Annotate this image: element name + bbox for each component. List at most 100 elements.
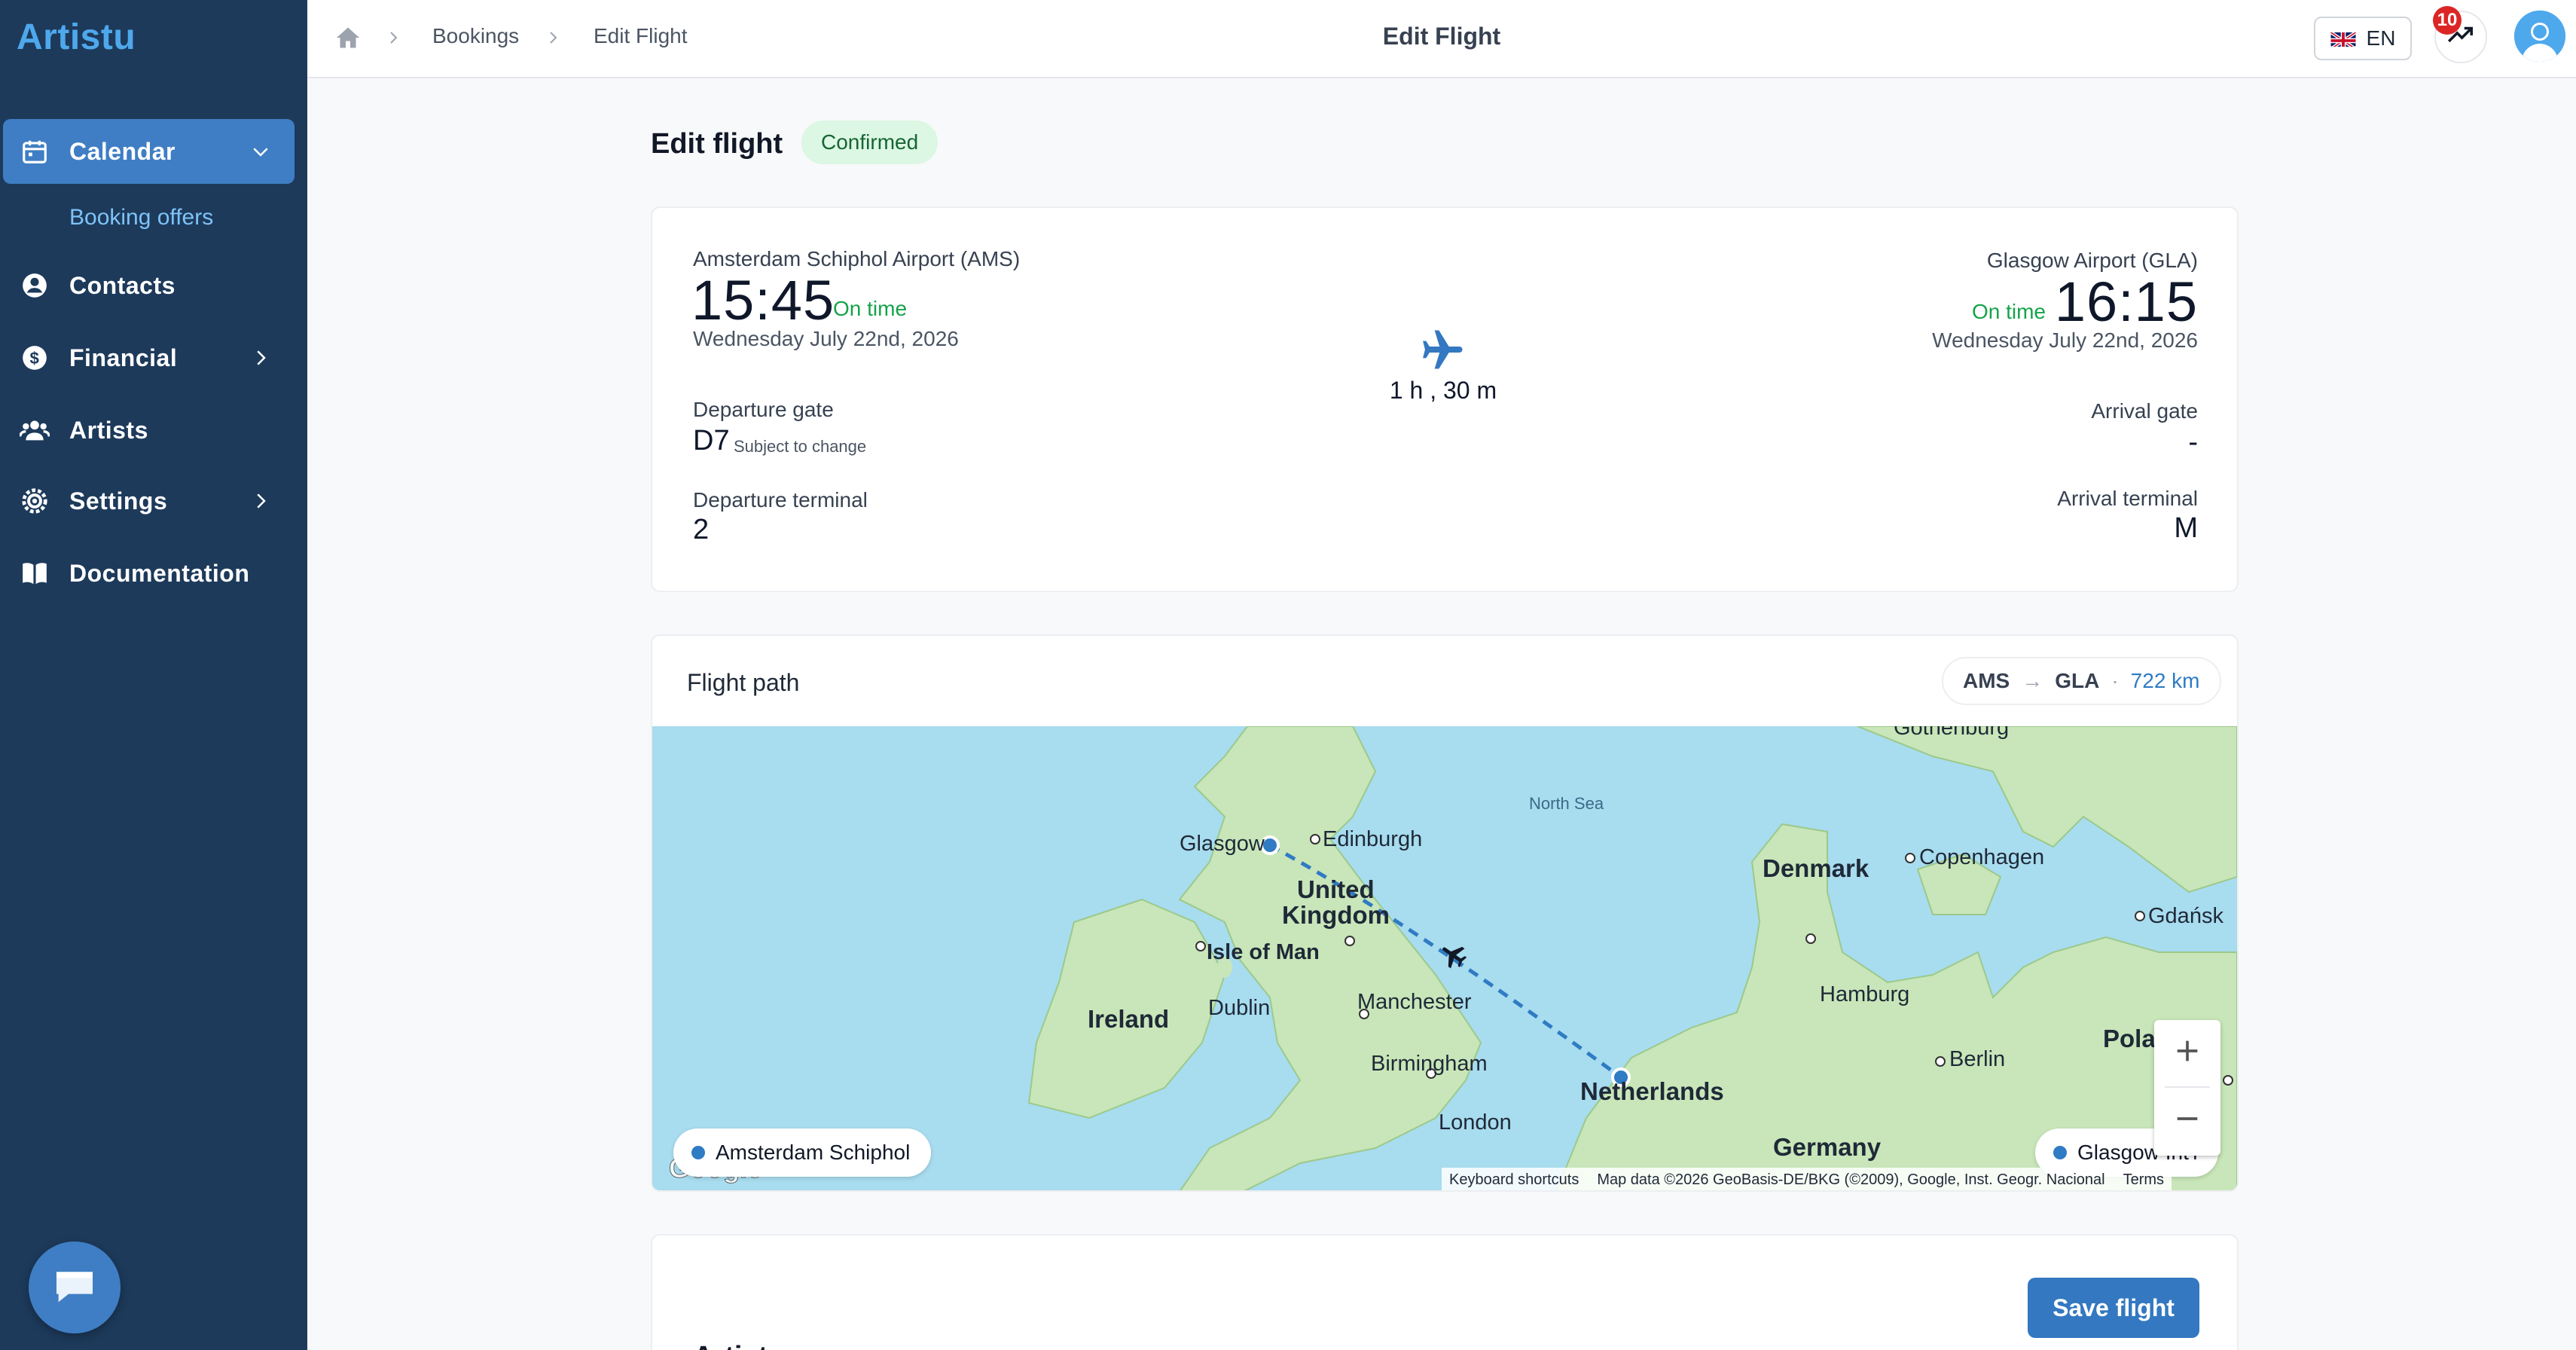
save-flight-button[interactable]: Save flight (2028, 1278, 2199, 1338)
zoom-out-button[interactable] (2154, 1088, 2220, 1153)
top-bar: Bookings Edit Flight Edit Flight EN 10 (307, 0, 2576, 78)
map-label-north-sea: North Sea (1529, 794, 1604, 813)
departure-status: On time (833, 297, 908, 320)
sidebar-item-label: Contacts (69, 271, 175, 299)
flight-duration: 1 h , 30 m (1389, 377, 1497, 404)
flight-map[interactable]: North Sea Gothenburg Glasgow Edinburgh U… (652, 726, 2237, 1190)
sidebar-item-calendar[interactable]: Calendar (3, 119, 295, 184)
origin-dot-icon (691, 1146, 705, 1159)
artist-card: Save flight Artist (651, 1234, 2239, 1350)
arrival-gate: - (2188, 426, 2198, 458)
gear-icon (20, 486, 50, 516)
departure-terminal: 2 (693, 514, 710, 545)
zoom-control (2154, 1020, 2220, 1156)
map-label-copenhagen: Copenhagen (1919, 845, 2045, 869)
map-label-glasgow: Glasgow (1180, 832, 1265, 856)
flight-path-card: Flight path AMS → GLA · 722 km North Sea… (651, 634, 2239, 1192)
chat-icon (50, 1262, 99, 1314)
destination-dot-icon (2053, 1146, 2067, 1159)
arrow-right-icon: → (2022, 669, 2043, 692)
arrival-time: 16:15 (2054, 270, 2198, 333)
sidebar-item-documentation[interactable]: Documentation (3, 541, 295, 606)
plus-icon (2172, 1036, 2202, 1070)
route-distance: 722 km (2130, 669, 2200, 692)
zoom-in-button[interactable] (2154, 1020, 2220, 1085)
sidebar-item-label: Calendar (69, 137, 175, 165)
map-label-uk-1: United (1297, 875, 1375, 903)
terms-link[interactable]: Terms (2123, 1171, 2164, 1189)
flight-path-title: Flight path (687, 669, 800, 696)
arrival-status: On time (1971, 300, 2046, 323)
sidebar-item-contacts[interactable]: Contacts (3, 253, 295, 318)
map-label-netherlands: Netherlands (1580, 1077, 1724, 1105)
language-selector[interactable]: EN (2314, 17, 2412, 60)
avatar[interactable] (2514, 11, 2565, 62)
sidebar-item-label: Settings (69, 487, 168, 515)
route-summary: AMS → GLA · 722 km (1942, 657, 2221, 705)
uk-flag-icon (2330, 30, 2356, 47)
arrival-gate-label: Arrival gate (2091, 399, 2198, 423)
origin-marker-pill[interactable]: Amsterdam Schiphol (673, 1129, 932, 1177)
sidebar-item-financial[interactable]: $ Financial (3, 325, 295, 390)
map-label-gdansk: Gdańsk (2148, 904, 2223, 928)
gate-note: Subject to change (734, 437, 867, 456)
map-label-berlin: Berlin (1949, 1047, 2006, 1071)
chevron-down-icon (249, 140, 272, 163)
map-label-manchester: Manchester (1357, 990, 1472, 1014)
flight-details-card: Amsterdam Schiphol Airport (AMS) 15:45 O… (651, 206, 2239, 592)
chevron-right-icon (249, 347, 272, 369)
map-label-germany: Germany (1773, 1133, 1882, 1161)
map-label-poland: Pola (2103, 1025, 2156, 1052)
sidebar-item-label: Financial (69, 344, 178, 371)
map-label-edinburgh: Edinburgh (1323, 827, 1423, 851)
sidebar-subitem-booking-offers[interactable]: Booking offers (69, 205, 213, 231)
book-icon (20, 558, 50, 588)
origin-label: Amsterdam Schiphol (716, 1141, 911, 1164)
map-label-london: London (1439, 1110, 1512, 1135)
route-to: GLA (2055, 669, 2100, 692)
status-badge: Confirmed (801, 121, 939, 164)
map-label-birmingham: Birmingham (1371, 1052, 1488, 1076)
arrival-terminal: M (2174, 512, 2198, 544)
separator-dot: · (2111, 669, 2119, 692)
home-icon[interactable] (334, 24, 362, 51)
chat-button[interactable] (29, 1242, 121, 1333)
map-label-hamburg: Hamburg (1820, 982, 1910, 1006)
map-label-uk-2: Kingdom (1282, 901, 1390, 929)
departure-terminal-label: Departure terminal (693, 488, 868, 512)
sidebar-item-artists[interactable]: Artists (3, 398, 295, 463)
dollar-icon: $ (20, 343, 50, 373)
map-data-link[interactable]: Map data ©2026 GeoBasis-DE/BKG (©2009), … (1597, 1171, 2104, 1189)
map-label-ireland: Ireland (1088, 1005, 1170, 1033)
svg-text:$: $ (29, 349, 39, 368)
sidebar-item-label: Artists (69, 416, 148, 444)
calendar-icon (20, 136, 50, 166)
minus-icon (2172, 1104, 2202, 1138)
map-label-gothenburg: Gothenburg (1894, 726, 2010, 740)
departure-time: 15:45 (691, 269, 835, 331)
arrival-date: Wednesday July 22nd, 2026 (1932, 328, 2198, 352)
departure-date: Wednesday July 22nd, 2026 (693, 327, 959, 350)
map-attribution: Keyboard shortcuts Map data ©2026 GeoBas… (1442, 1168, 2172, 1190)
departure-gate: D7 (693, 425, 730, 457)
map-label-denmark: Denmark (1763, 854, 1869, 882)
keyboard-shortcuts-link[interactable]: Keyboard shortcuts (1449, 1171, 1579, 1189)
breadcrumb-bookings[interactable]: Bookings (432, 24, 519, 48)
route-from: AMS (1963, 669, 2010, 692)
section-heading: Edit flight (651, 128, 783, 160)
departure-gate-label: Departure gate (693, 398, 834, 421)
breadcrumb-edit-flight: Edit Flight (594, 24, 688, 47)
chevron-right-icon (384, 27, 402, 48)
user-circle-icon (20, 270, 50, 301)
map-label-isle-of-man: Isle of Man (1207, 940, 1320, 964)
app-logo[interactable]: Artistu (17, 17, 136, 58)
chevron-right-icon (544, 27, 562, 48)
sidebar-item-label: Documentation (69, 559, 250, 587)
artist-section-heading: Artist (693, 1341, 768, 1350)
language-label: EN (2366, 26, 2396, 50)
airplane-icon (1418, 324, 1469, 375)
chevron-right-icon (249, 490, 272, 512)
notification-badge: 10 (2433, 6, 2462, 35)
sidebar: Artistu Calendar Booking offers Contacts… (0, 0, 307, 1350)
sidebar-item-settings[interactable]: Settings (3, 469, 295, 533)
